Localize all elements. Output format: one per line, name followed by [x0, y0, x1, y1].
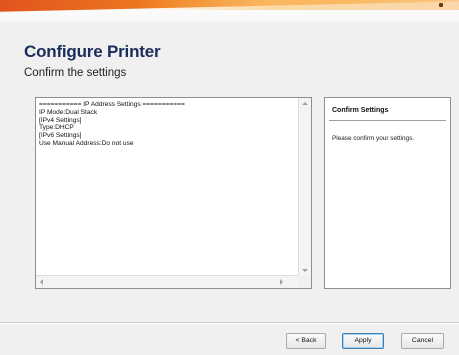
banner-highlight: [140, 0, 459, 10]
info-panel-title: Confirm Settings: [332, 107, 389, 114]
info-panel-text: Please confirm your settings.: [332, 135, 415, 142]
scroll-right-arrow-icon[interactable]: [280, 279, 283, 285]
page-title: Configure Printer: [24, 42, 161, 61]
info-panel: Confirm Settings Please confirm your set…: [324, 97, 451, 289]
apply-button[interactable]: Apply: [342, 333, 384, 349]
settings-text: =========== IP Address Settings ========…: [39, 101, 185, 147]
horizontal-scrollbar[interactable]: [36, 275, 299, 288]
vertical-scrollbar[interactable]: [298, 98, 311, 276]
scroll-left-arrow-icon[interactable]: [40, 279, 43, 285]
header-banner: [0, 0, 459, 22]
scrollbar-corner: [299, 276, 311, 288]
page-subtitle: Confirm the settings: [24, 67, 127, 79]
scroll-down-arrow-icon[interactable]: [302, 269, 308, 272]
back-button[interactable]: < Back: [286, 333, 326, 349]
footer-divider: [0, 322, 459, 324]
scroll-up-arrow-icon[interactable]: [302, 102, 308, 105]
settings-textbox[interactable]: =========== IP Address Settings ========…: [35, 97, 312, 289]
banner-corner-mark: [439, 3, 443, 7]
cancel-button[interactable]: Cancel: [401, 333, 444, 349]
info-panel-divider: [329, 120, 446, 121]
